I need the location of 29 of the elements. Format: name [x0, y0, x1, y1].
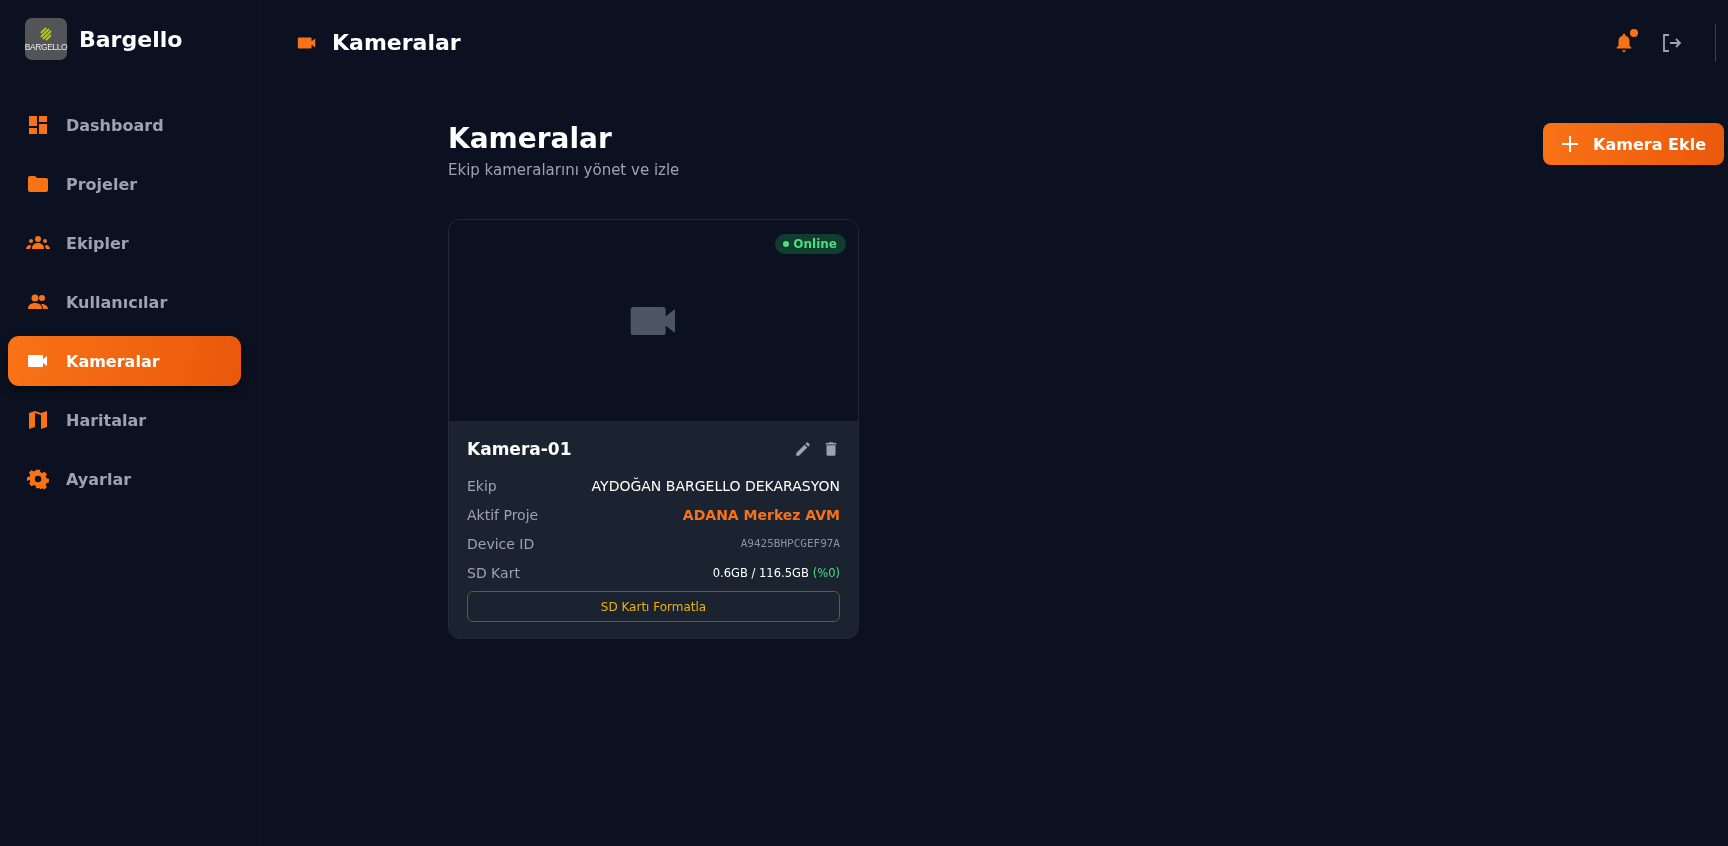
dashboard-icon — [26, 113, 50, 137]
stripes-icon — [39, 26, 53, 41]
page-title: Kameralar — [448, 121, 613, 157]
page-header-title: Kameralar — [332, 30, 461, 55]
status-badge: Online — [775, 234, 846, 254]
edit-icon[interactable] — [794, 440, 812, 458]
sidebar-item[interactable]: Ayarlar — [8, 454, 241, 504]
brand-name: Bargello — [79, 26, 183, 52]
field-value: A9425BHPCGEF97A — [740, 537, 840, 550]
field-label: SD Kart — [467, 564, 520, 581]
field-label: Device ID — [467, 535, 535, 552]
sidebar-item[interactable]: Dashboard — [8, 100, 241, 150]
sidebar-item[interactable]: Ekipler — [8, 218, 241, 268]
camera-name: Kamera-01 — [467, 439, 572, 459]
sidebar-item[interactable]: Projeler — [8, 159, 241, 209]
sidebar-item[interactable]: Haritalar — [8, 395, 241, 445]
field-value: AYDOĞAN BARGELLO DEKARASYON — [591, 477, 840, 494]
page-subtitle: Ekip kameralarını yönet ve izle — [448, 161, 680, 179]
field-label: Ekip — [467, 477, 497, 494]
logo-text: BARGELLO — [24, 42, 68, 52]
field-value: ADANA Merkez AVM — [682, 506, 840, 523]
plus-icon — [1561, 135, 1580, 153]
sidebar-item[interactable]: Kullanıcılar — [8, 277, 241, 327]
gear-icon — [26, 467, 50, 491]
format-sd-button[interactable]: SD Kartı Formatla — [467, 591, 840, 622]
usage-percent: (%0) — [812, 565, 840, 580]
map-icon — [26, 408, 50, 432]
field-value: 0.6GB / 116.5GB — [712, 565, 809, 580]
field-label: Aktif Proje — [467, 506, 539, 523]
